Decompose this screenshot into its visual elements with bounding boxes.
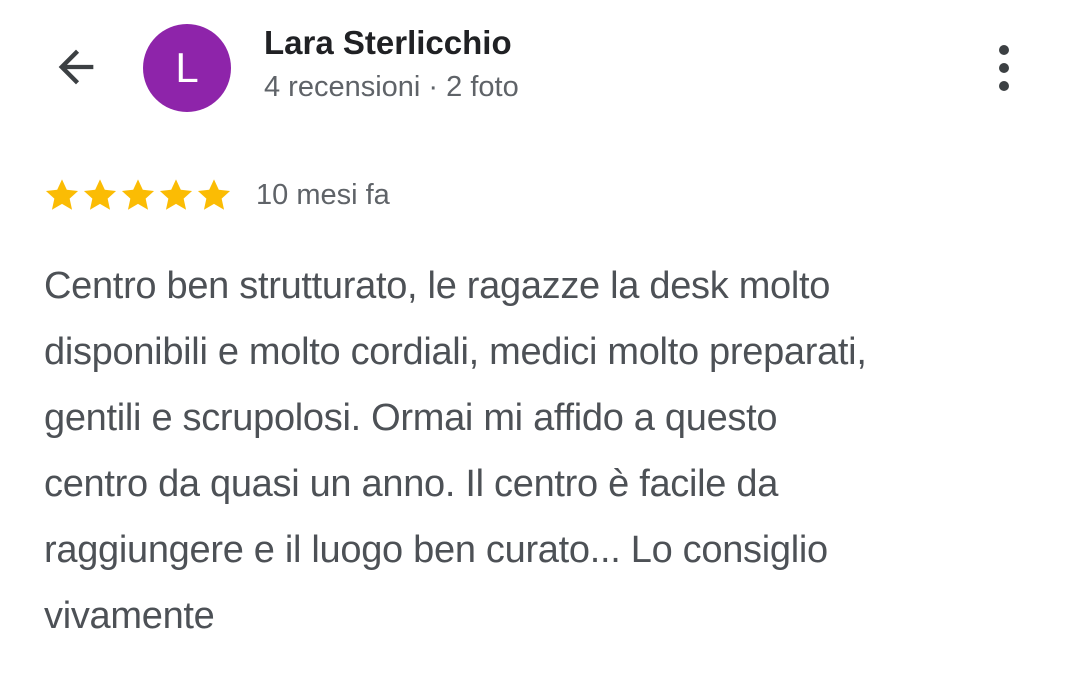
more-vert-icon — [999, 45, 1009, 91]
more-options-button[interactable] — [980, 40, 1028, 96]
back-button[interactable] — [48, 42, 104, 92]
star-icon — [83, 179, 117, 210]
star-icon — [159, 179, 193, 210]
reviewer-meta: 4 recensioni · 2 foto — [264, 71, 519, 103]
review-text-line: disponibili e molto cordiali, medici mol… — [44, 331, 867, 373]
star-icon — [121, 179, 155, 210]
star-icon — [197, 179, 231, 210]
review-text-line: Centro ben strutturato, le ragazze la de… — [44, 265, 831, 307]
arrow-back-icon — [58, 49, 94, 85]
review-text-line: gentili e scrupolosi. Ormai mi affido a … — [44, 397, 778, 439]
star-rating — [44, 177, 232, 213]
review-text-line: vivamente — [44, 595, 215, 637]
review-date: 10 mesi fa — [256, 178, 390, 211]
review-text-line: centro da quasi un anno. Il centro è fac… — [44, 463, 779, 505]
rating-row: 10 mesi fa — [44, 174, 390, 216]
review-text: Centro ben strutturato, le ragazze la de… — [44, 253, 1044, 649]
reviewer-name[interactable]: Lara Sterlicchio — [264, 24, 512, 62]
avatar-initial: L — [175, 44, 199, 91]
star-icon — [45, 179, 79, 210]
review-text-line: raggiungere e il luogo ben curato... Lo … — [44, 529, 828, 571]
review-detail-screen: L Lara Sterlicchio 4 recensioni · 2 foto… — [0, 0, 1080, 682]
avatar[interactable]: L — [143, 24, 231, 112]
